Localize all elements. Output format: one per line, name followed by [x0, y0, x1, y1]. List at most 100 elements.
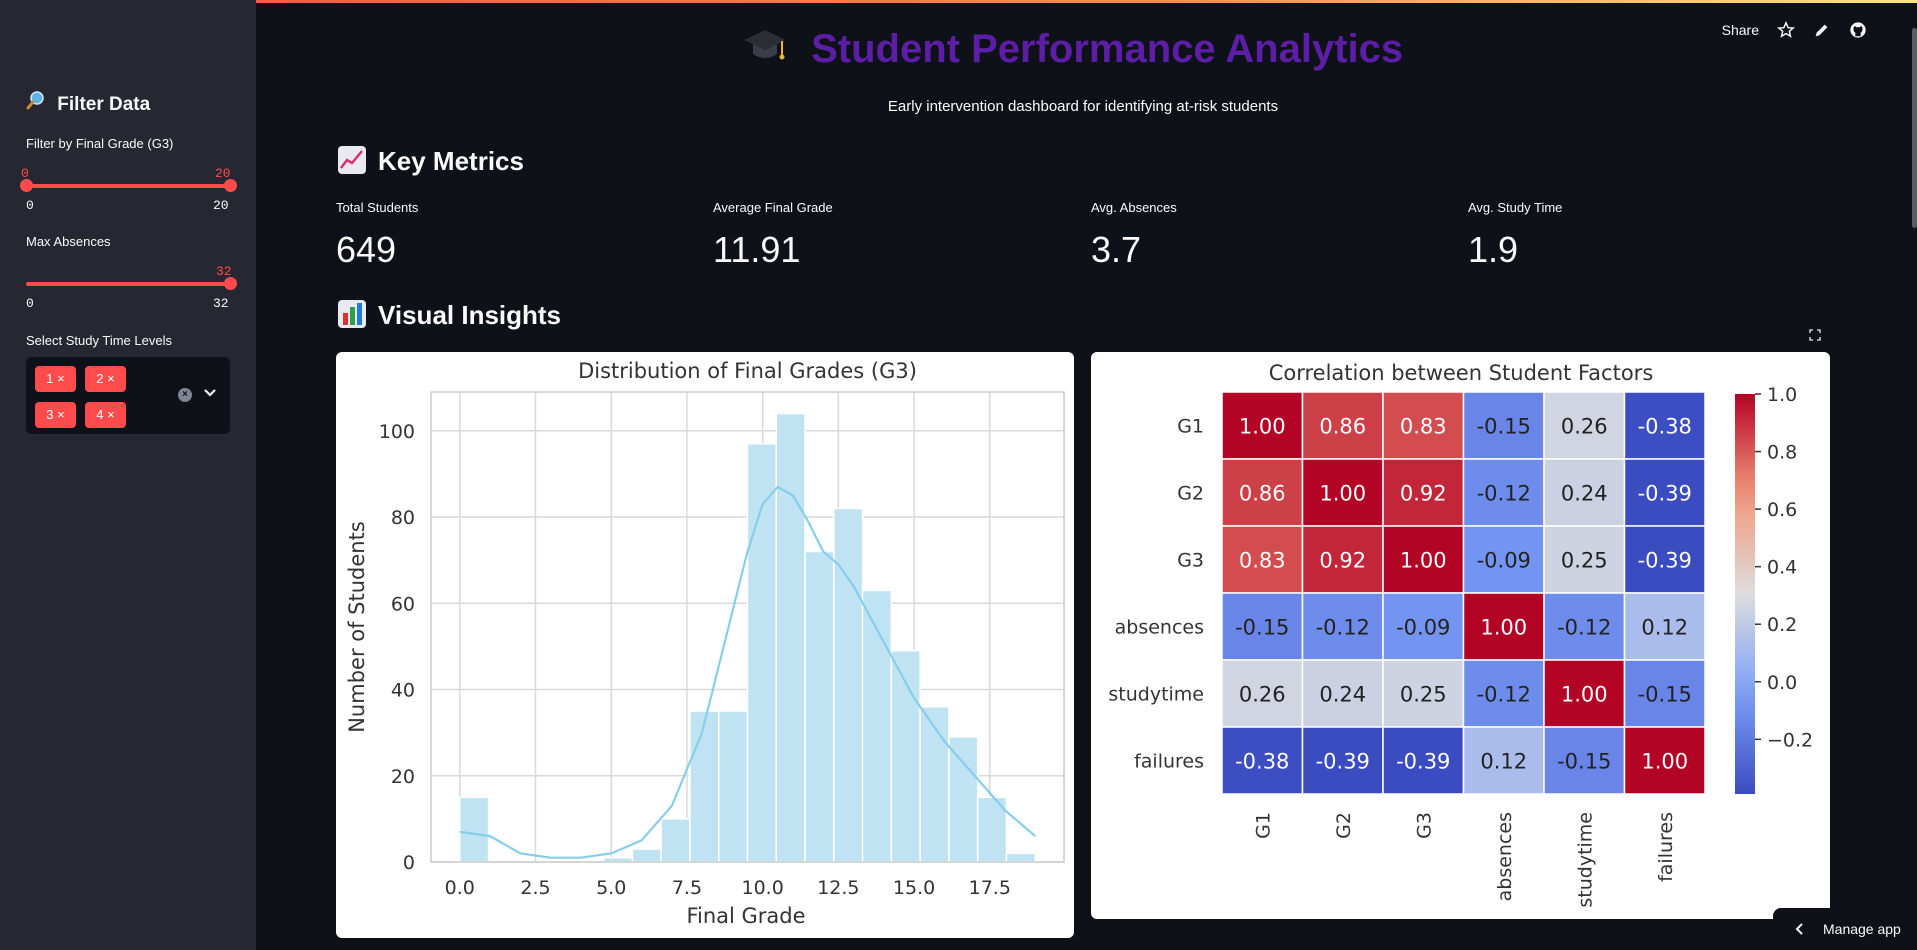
heatmap-cell-value: 0.83 [1400, 415, 1447, 439]
metric-label: Avg. Absences [1091, 200, 1177, 215]
chip-remove-icon[interactable]: × [57, 371, 65, 386]
x-tick-label: 17.5 [969, 877, 1011, 899]
key-metrics-title: Key Metrics [378, 146, 524, 176]
histogram-bar [775, 412, 806, 863]
heatmap-cell-value: 1.00 [1319, 482, 1366, 506]
grade-distribution-chart: 0.0 2.5 5.0 7.5 10.0 12.5 15.0 17.5 0 20 40 60 80 100… [345, 359, 1065, 928]
chevron-down-icon[interactable] [202, 384, 218, 400]
x-tick-label: 7.5 [672, 877, 702, 899]
header-toolbar: Share [1722, 18, 1867, 42]
colorbar-tick-label: 0.8 [1767, 442, 1797, 464]
studytime-filter-label: Select Study Time Levels [26, 333, 172, 348]
colorbar-tick-label: 0.2 [1767, 614, 1797, 636]
y-tick-label: 80 [391, 507, 415, 529]
heatmap-cell-value: 0.25 [1400, 683, 1447, 707]
metric-average-final-grade: Average Final Grade 11.91 [713, 200, 833, 271]
clear-all-icon[interactable]: × [178, 388, 192, 402]
slider-track[interactable] [26, 184, 231, 188]
colorbar-tick-label: 0.4 [1767, 557, 1797, 579]
column-label: studytime [1574, 812, 1596, 908]
slider-track[interactable] [26, 282, 231, 286]
chip-remove-icon[interactable]: × [57, 407, 65, 422]
heatmap-cell-value: 0.12 [1641, 616, 1688, 640]
metric-value: 11.91 [713, 229, 801, 270]
slider-max: 20 [213, 198, 229, 213]
x-tick-label: 10.0 [741, 877, 783, 899]
pencil-icon[interactable] [1813, 21, 1831, 39]
row-label: failures [1134, 751, 1204, 773]
heatmap-cell-value: -0.09 [1396, 616, 1450, 640]
colorbar-tick-label: 1.0 [1767, 384, 1797, 406]
sidebar: Filter Data Filter by Final Grade (G3) 0… [0, 0, 256, 950]
metric-value: 649 [336, 229, 397, 270]
heatmap-cell-value: 0.25 [1561, 549, 1608, 573]
x-tick-label: 15.0 [893, 877, 935, 899]
y-axis-label: Number of Students [345, 521, 369, 733]
chip-studytime-3[interactable]: 3 × [35, 402, 76, 428]
row-label: studytime [1108, 684, 1204, 706]
y-tick-label: 0 [403, 852, 415, 874]
chevron-left-icon [1795, 923, 1803, 935]
metric-label: Average Final Grade [713, 200, 833, 215]
heatmap-cell-value: 0.12 [1480, 750, 1527, 774]
chip-label: 1 [46, 371, 54, 386]
histogram-bar [631, 848, 662, 863]
row-label: G2 [1177, 483, 1204, 505]
slider-value: 32 [216, 264, 232, 279]
column-label: absences [1494, 812, 1516, 901]
chip-label: 3 [46, 407, 54, 422]
chip-remove-icon[interactable]: × [107, 407, 115, 422]
heatmap-cell-value: -0.15 [1638, 683, 1692, 707]
share-button[interactable]: Share [1722, 22, 1759, 38]
colorbar-tick-label: −0.2 [1767, 729, 1813, 751]
absences-slider[interactable]: 32 0 32 [26, 238, 237, 311]
github-icon[interactable] [1849, 21, 1867, 39]
column-label: G2 [1333, 812, 1355, 839]
studytime-multiselect[interactable]: 1 × 2 × 3 × 4 × × [26, 357, 230, 434]
metric-label: Total Students [336, 200, 419, 215]
chip-studytime-4[interactable]: 4 × [85, 402, 126, 428]
page-title: Student Performance Analytics [742, 26, 1403, 72]
row-label: G3 [1177, 550, 1204, 572]
chip-remove-icon[interactable]: × [107, 371, 115, 386]
x-tick-label: 2.5 [520, 877, 550, 899]
metric-total-students: Total Students 649 [336, 200, 418, 271]
histogram-bar [717, 710, 749, 863]
heatmap-cell-value: -0.12 [1477, 482, 1531, 506]
y-tick-label: 100 [379, 421, 415, 443]
x-tick-label: 12.5 [817, 877, 859, 899]
page-title-text: Student Performance Analytics [811, 27, 1404, 71]
chip-label: 4 [96, 407, 104, 422]
slider-min: 0 [26, 296, 34, 311]
fullscreen-icon[interactable] [1805, 325, 1825, 345]
x-axis-label: Final Grade [686, 904, 805, 928]
grade-range-slider[interactable]: 0 20 0 20 [20, 140, 237, 213]
heatmap-cell-value: 1.00 [1641, 750, 1688, 774]
chip-studytime-1[interactable]: 1 × [35, 366, 76, 392]
chip-studytime-2[interactable]: 2 × [85, 366, 126, 392]
metric-value: 1.9 [1468, 229, 1519, 270]
heatmap-cell-value: 0.86 [1319, 415, 1366, 439]
manage-app-button[interactable]: Manage app [1773, 908, 1917, 950]
scrollbar[interactable] [1912, 28, 1917, 228]
star-icon[interactable] [1777, 21, 1795, 39]
x-tick-label: 5.0 [596, 877, 626, 899]
key-metrics-heading: Key Metrics [338, 146, 524, 177]
graduation-cap-icon [742, 27, 799, 71]
y-tick-label: 20 [391, 766, 415, 788]
heatmap-cell-value: 1.00 [1561, 683, 1608, 707]
visual-insights-title: Visual Insights [378, 300, 562, 330]
metric-value: 3.7 [1091, 229, 1142, 270]
heatmap-cell-value: -0.12 [1557, 616, 1611, 640]
chart-title: Correlation between Student Factors [1269, 361, 1654, 385]
column-label: G3 [1413, 812, 1435, 839]
heatmap-cell-value: -0.15 [1235, 616, 1289, 640]
slider-value-low: 0 [21, 166, 29, 181]
heatmap-cell-value: 0.83 [1239, 549, 1286, 573]
histogram-bar [919, 706, 950, 863]
heatmap-cell-value: -0.39 [1316, 750, 1370, 774]
slider-max: 32 [213, 296, 229, 311]
correlation-heatmap: Correlation between Student Factors 1.00 0… [1108, 361, 1813, 908]
colorbar [1735, 394, 1755, 794]
y-tick-label: 40 [391, 680, 415, 702]
